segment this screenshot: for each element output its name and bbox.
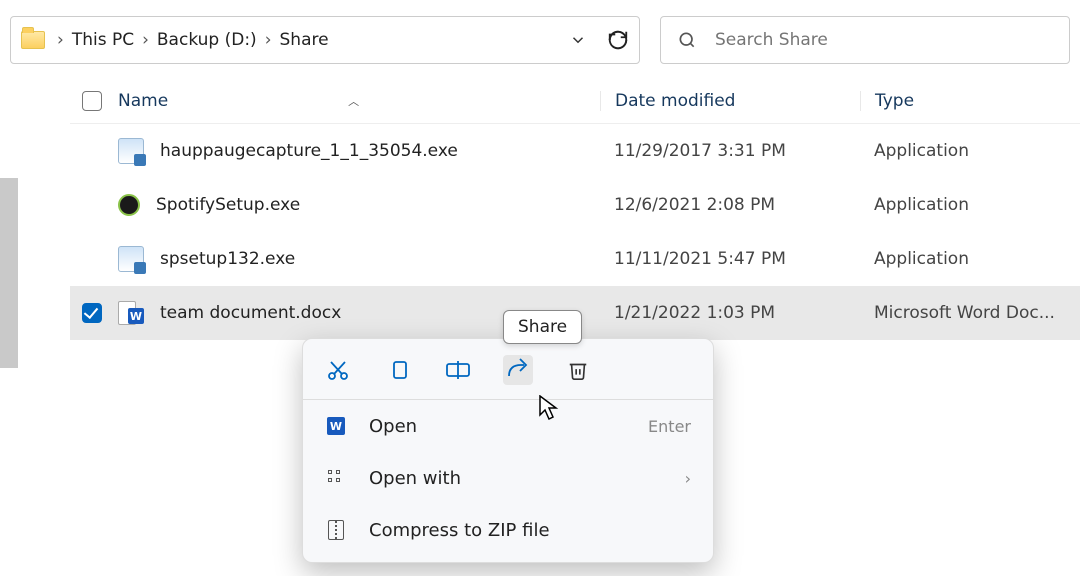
folder-icon [21, 31, 45, 49]
exe-icon [118, 138, 144, 164]
breadcrumb-folder[interactable]: Share [280, 30, 329, 50]
menu-open-with[interactable]: Open with › [303, 452, 713, 504]
menu-open[interactable]: W Open Enter [303, 400, 713, 452]
menu-compress-zip[interactable]: Compress to ZIP file [303, 504, 713, 556]
refresh-icon[interactable] [607, 29, 629, 51]
select-all-checkbox[interactable] [82, 91, 102, 111]
cut-icon[interactable] [323, 355, 353, 385]
share-tooltip: Share [503, 310, 582, 344]
sort-indicator-icon: ︿ [348, 93, 359, 109]
history-dropdown-icon[interactable] [569, 31, 587, 49]
column-headers: Name︿ Date modified Type [70, 78, 1080, 124]
breadcrumb-sep: › [257, 30, 280, 50]
rename-icon[interactable] [443, 355, 473, 385]
zip-icon [328, 520, 344, 540]
breadcrumb-sep: › [134, 30, 157, 50]
table-row[interactable]: spsetup132.exe 11/11/2021 5:47 PM Applic… [70, 232, 1080, 286]
search-box[interactable] [660, 16, 1070, 64]
delete-icon[interactable] [563, 355, 593, 385]
address-bar[interactable]: › This PC › Backup (D:) › Share [10, 16, 640, 64]
exe-icon [118, 246, 144, 272]
row-checkbox[interactable] [82, 303, 102, 323]
context-menu: W Open Enter Open with › Compress to ZIP… [302, 338, 714, 563]
breadcrumb-sep: › [49, 30, 72, 50]
search-icon [677, 30, 697, 50]
column-type[interactable]: Type [860, 91, 1080, 111]
column-name[interactable]: Name︿ [114, 91, 600, 111]
share-icon[interactable] [503, 355, 533, 385]
word-icon: W [327, 417, 345, 435]
nav-scrollbar[interactable] [0, 178, 18, 368]
shortcut-hint: Enter [648, 417, 691, 436]
chevron-right-icon: › [685, 469, 691, 488]
table-row[interactable]: hauppaugecapture_1_1_35054.exe 11/29/201… [70, 124, 1080, 178]
word-doc-icon: W [118, 300, 144, 326]
spotify-icon [118, 194, 140, 216]
apps-grid-icon [328, 470, 344, 486]
copy-icon[interactable] [383, 355, 413, 385]
search-input[interactable] [713, 29, 1053, 51]
breadcrumb-this-pc[interactable]: This PC [72, 30, 134, 50]
table-row[interactable]: SpotifySetup.exe 12/6/2021 2:08 PM Appli… [70, 178, 1080, 232]
breadcrumb-drive[interactable]: Backup (D:) [157, 30, 257, 50]
column-date[interactable]: Date modified [600, 91, 860, 111]
